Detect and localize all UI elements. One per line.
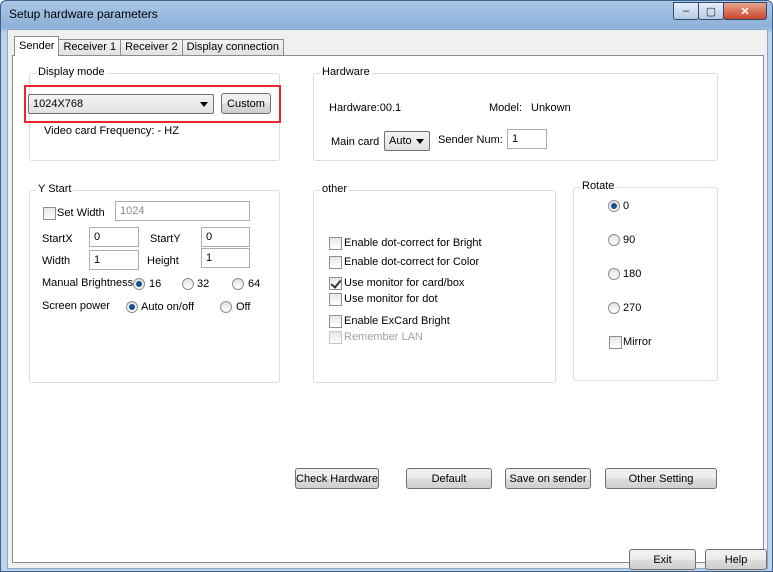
- model-label: Model:: [489, 102, 523, 114]
- tab-sender[interactable]: Sender: [14, 36, 60, 56]
- minimize-button[interactable]: –: [673, 2, 699, 20]
- other-option-checkbox[interactable]: [329, 256, 342, 269]
- brightness-16-radio[interactable]: [133, 278, 145, 290]
- other-option-checkbox[interactable]: [329, 277, 342, 290]
- set-width-checkbox[interactable]: [43, 207, 56, 220]
- rotate-0-radio[interactable]: [608, 200, 620, 212]
- rotate-90-radio[interactable]: [608, 234, 620, 246]
- tab-receiver-1[interactable]: Receiver 1: [58, 39, 122, 56]
- custom-button[interactable]: Custom: [221, 93, 271, 114]
- rotate-180-label: 180: [623, 268, 642, 280]
- tab-display-connection[interactable]: Display connection: [181, 39, 284, 56]
- chevron-down-icon: [200, 102, 208, 107]
- other-option-label: Enable dot-correct for Bright: [344, 237, 482, 249]
- hardware-label: Hardware: [320, 66, 372, 78]
- power-off-label: Off: [236, 301, 251, 313]
- main-card-value: Auto: [389, 135, 412, 147]
- startx-label: StartX: [42, 233, 73, 245]
- model-value: Unkown: [531, 102, 571, 114]
- mirror-label: Mirror: [623, 336, 652, 348]
- chevron-down-icon: [416, 139, 424, 144]
- height-input[interactable]: 1: [201, 248, 250, 268]
- power-auto-radio[interactable]: [126, 301, 138, 313]
- resolution-select[interactable]: 1024X768: [28, 94, 214, 114]
- other-setting-button[interactable]: Other Setting: [605, 468, 717, 489]
- brightness-64-label: 64: [248, 278, 261, 290]
- sender-num-input[interactable]: 1: [507, 129, 547, 149]
- sender-tab-pane: Display mode 1024X768 Custom Video card …: [12, 55, 764, 563]
- other-option-checkbox[interactable]: [329, 315, 342, 328]
- exit-button[interactable]: Exit: [629, 549, 696, 570]
- maximize-icon: ▢: [705, 5, 717, 18]
- set-width-label: Set Width: [57, 207, 105, 219]
- dialog-window: Setup hardware parameters – ▢ ✕ Sender R…: [0, 0, 773, 572]
- rotate-90-label: 90: [623, 234, 636, 246]
- other-option-label: Use monitor for card/box: [344, 277, 465, 289]
- rotate-270-radio[interactable]: [608, 302, 620, 314]
- other-option-checkbox[interactable]: [329, 293, 342, 306]
- width-label: Width: [42, 255, 71, 267]
- brightness-32-label: 32: [197, 278, 210, 290]
- other-option-label: Enable dot-correct for Color: [344, 256, 480, 268]
- tab-receiver-2[interactable]: Receiver 2: [120, 39, 183, 56]
- tab-strip: Sender Receiver 1 Receiver 2 Display con…: [14, 36, 284, 56]
- main-card-select[interactable]: Auto: [384, 131, 430, 151]
- y-start-label: Y Start: [36, 183, 74, 195]
- starty-label: StartY: [150, 233, 181, 245]
- rotate-group: Rotate: [573, 180, 718, 381]
- resolution-value: 1024X768: [33, 98, 84, 110]
- brightness-32-radio[interactable]: [182, 278, 194, 290]
- brightness-16-label: 16: [149, 278, 162, 290]
- video-card-frequency: Video card Frequency: - HZ: [44, 125, 179, 137]
- save-on-sender-button[interactable]: Save on sender: [505, 468, 591, 489]
- display-mode-label: Display mode: [36, 66, 107, 78]
- height-label: Height: [147, 255, 179, 267]
- power-off-radio[interactable]: [220, 301, 232, 313]
- set-width-input[interactable]: 1024: [115, 201, 250, 221]
- screen-power-label: Screen power: [42, 300, 110, 312]
- other-option-checkbox[interactable]: [329, 237, 342, 250]
- close-button[interactable]: ✕: [723, 2, 767, 20]
- sender-num-label: Sender Num:: [438, 134, 503, 146]
- width-input[interactable]: 1: [89, 250, 139, 270]
- other-option-checkbox: [329, 331, 342, 344]
- minimize-icon: –: [682, 5, 690, 17]
- rotate-180-radio[interactable]: [608, 268, 620, 280]
- close-icon: ✕: [740, 5, 750, 18]
- manual-brightness-label: Manual Brightness: [42, 277, 134, 289]
- other-option-label: Remember LAN: [344, 331, 423, 343]
- help-button[interactable]: Help: [705, 549, 767, 570]
- client-area: Sender Receiver 1 Receiver 2 Display con…: [7, 29, 768, 570]
- main-card-label: Main card: [331, 136, 380, 148]
- window-title: Setup hardware parameters: [9, 7, 158, 21]
- other-option-label: Use monitor for dot: [344, 293, 438, 305]
- hardware-version: Hardware:00.1: [329, 102, 402, 114]
- starty-input[interactable]: 0: [201, 227, 250, 247]
- check-hardware-button[interactable]: Check Hardware: [295, 468, 379, 489]
- default-button[interactable]: Default: [406, 468, 492, 489]
- brightness-64-radio[interactable]: [232, 278, 244, 290]
- startx-input[interactable]: 0: [89, 227, 139, 247]
- rotate-label: Rotate: [580, 180, 617, 192]
- other-option-label: Enable ExCard Bright: [344, 315, 450, 327]
- other-label: other: [320, 183, 350, 195]
- rotate-0-label: 0: [623, 200, 630, 212]
- maximize-button[interactable]: ▢: [698, 2, 724, 20]
- rotate-270-label: 270: [623, 302, 642, 314]
- power-auto-label: Auto on/off: [141, 301, 195, 313]
- mirror-checkbox[interactable]: [609, 336, 622, 349]
